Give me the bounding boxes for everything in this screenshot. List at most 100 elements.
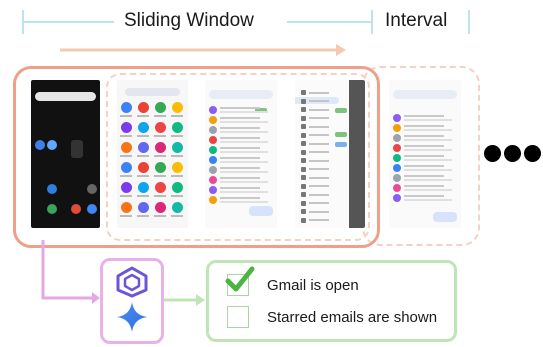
email-row-line	[220, 121, 268, 123]
app-label-line	[120, 135, 132, 137]
menu-item-line	[309, 100, 329, 102]
app-label-line	[120, 215, 132, 217]
app-label-line	[154, 115, 166, 117]
sender-avatar	[209, 116, 217, 124]
app-icon	[121, 122, 132, 133]
app-label-line	[137, 215, 149, 217]
menu-item-icon	[301, 90, 306, 95]
app-icon	[138, 202, 149, 213]
checkbox-starred-shown[interactable]	[227, 306, 249, 328]
email-row-line	[404, 125, 444, 127]
menu-item-icon	[301, 200, 306, 206]
app-label-line	[171, 155, 183, 157]
email-row-line	[220, 111, 268, 113]
app-label-line	[154, 215, 166, 217]
app-label-line	[137, 175, 149, 177]
email-row-line	[404, 115, 444, 117]
email-row-line	[404, 145, 444, 147]
interval-label: Interval	[385, 10, 448, 31]
app-icon	[121, 102, 132, 113]
app-label-line	[137, 115, 149, 117]
range-markers	[22, 10, 470, 56]
checkmark-icon	[225, 266, 255, 292]
sender-avatar	[393, 174, 401, 182]
app-icon	[138, 182, 149, 193]
email-row-line	[404, 149, 452, 151]
ellipsis-dot	[484, 145, 501, 162]
app-icon	[47, 140, 57, 150]
sender-avatar	[209, 106, 217, 114]
app-icon	[47, 204, 57, 214]
menu-item-line	[309, 168, 329, 170]
sender-avatar	[209, 126, 217, 134]
result-box: Gmail is open Starred emails are shown	[206, 260, 457, 342]
window-to-model-arrowhead	[92, 292, 100, 304]
sender-avatar	[393, 164, 401, 172]
app-icon	[138, 122, 149, 133]
app-icon	[47, 184, 57, 194]
app-icon	[87, 204, 97, 214]
menu-item-icon	[301, 158, 306, 163]
app-icon	[172, 182, 183, 193]
sender-avatar	[393, 124, 401, 132]
app-label-line	[171, 195, 183, 197]
app-icon	[121, 142, 132, 153]
sender-avatar	[209, 156, 217, 164]
app-label-line	[171, 135, 183, 137]
menu-item-icon	[301, 107, 306, 112]
email-row-line	[404, 175, 444, 177]
app-label-line	[120, 115, 132, 117]
menu-item-line	[309, 193, 329, 196]
app-icon	[172, 122, 183, 133]
email-row-line	[220, 147, 260, 149]
app-label-line	[154, 135, 166, 137]
app-label-line	[154, 195, 166, 197]
sender-avatar	[209, 196, 217, 204]
sender-avatar	[209, 176, 217, 184]
sparkle-icon	[117, 302, 147, 332]
app-icon	[138, 162, 149, 173]
email-row-line	[220, 131, 268, 133]
email-row-line	[220, 157, 260, 159]
app-label-line	[137, 155, 149, 157]
email-row-line	[404, 119, 452, 121]
email-row-line	[404, 169, 452, 171]
sender-avatar	[209, 186, 217, 194]
screenshot-home-screen	[31, 80, 100, 228]
menu-item-icon	[301, 149, 306, 155]
menu-item-line	[309, 159, 329, 162]
app-label-line	[120, 175, 132, 177]
email-row-line	[220, 181, 268, 183]
menu-item-line	[309, 185, 329, 187]
email-row-line	[220, 161, 268, 163]
sender-avatar	[393, 144, 401, 152]
email-row-line	[220, 127, 260, 129]
email-row-line	[404, 159, 452, 161]
menu-item-icon	[301, 209, 306, 214]
sender-avatar	[209, 166, 217, 174]
app-icon	[155, 142, 166, 153]
app-label-line	[171, 215, 183, 217]
menu-item-line	[309, 202, 329, 204]
app-label-line	[120, 155, 132, 157]
app-icon	[172, 202, 183, 213]
email-row-line	[404, 195, 444, 197]
app-label-line	[137, 195, 149, 197]
model-to-result-arrowhead	[196, 294, 205, 306]
menu-item-icon	[301, 192, 306, 197]
sender-avatar	[209, 136, 217, 144]
gmail-search-bar	[393, 90, 457, 99]
app-label-line	[120, 195, 132, 197]
compose-button	[433, 212, 457, 222]
menu-item-icon	[301, 115, 306, 121]
email-row-line	[220, 191, 268, 193]
app-icon	[172, 142, 183, 153]
check-label-starred-shown: Starred emails are shown	[267, 309, 438, 326]
email-row-line	[404, 179, 452, 181]
sender-avatar	[393, 194, 401, 202]
email-row-line	[220, 201, 268, 203]
screenshot-gmail-inbox	[205, 80, 277, 228]
email-row-line	[220, 197, 260, 199]
email-row-line	[404, 165, 444, 167]
drawer-search-bar	[125, 88, 180, 96]
